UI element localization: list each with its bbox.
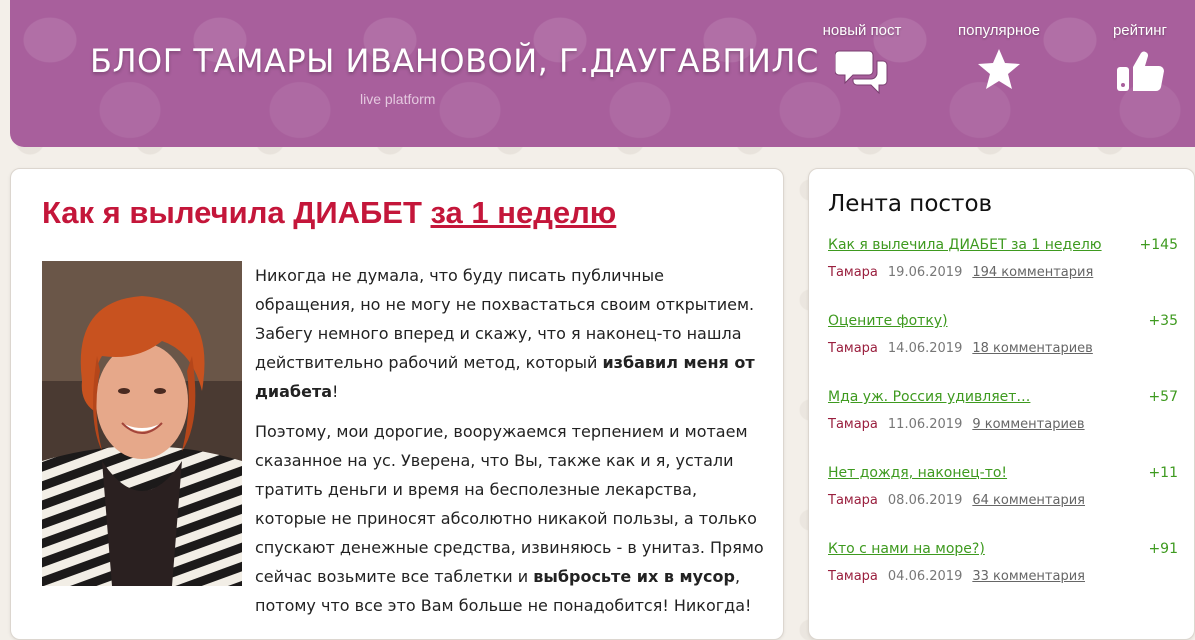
main-post-panel: Как я вылечила ДИАБЕТ за 1 неделю Никогд… <box>10 168 784 640</box>
site-title[interactable]: БЛОГ ТАМАРЫ ИВАНОВОЙ, Г.ДАУГАВПИЛС <box>90 42 819 80</box>
feed-item: Кто с нами на море?) +91 Тамара 04.06.201… <box>828 539 1178 615</box>
post-bold-text: выбросьте их в мусор <box>533 567 735 586</box>
nav-new-post-label: новый пост <box>822 22 902 39</box>
post-text: Поэтому, мои дорогие, вооружаемся терпен… <box>255 422 764 586</box>
nav-popular[interactable]: популярное <box>947 22 1051 91</box>
site-subtitle: live platform <box>360 91 436 107</box>
feed-item-score: +35 <box>1148 313 1178 329</box>
feed-item-meta: Тамара 19.06.2019 194 комментария <box>828 265 1093 280</box>
feed-item-title[interactable]: Кто с нами на море?) <box>828 541 985 557</box>
feed-item-score: +91 <box>1148 541 1178 557</box>
feed-item: Как я вылечила ДИАБЕТ за 1 неделю +145 Т… <box>828 235 1178 311</box>
post-paragraph: Поэтому, мои дорогие, вооружаемся терпен… <box>255 417 765 620</box>
feed-item-author[interactable]: Тамара <box>828 265 878 280</box>
feed-item-author[interactable]: Тамара <box>828 493 878 508</box>
feed-item-date: 14.06.2019 <box>887 341 963 356</box>
feed-item-meta: Тамара 08.06.2019 64 комментария <box>828 493 1085 508</box>
feed-item: Нет дождя, наконец-то! +11 Тамара 08.06.2… <box>828 463 1178 539</box>
feed-item-date: 04.06.2019 <box>887 569 963 584</box>
feed-item-date: 08.06.2019 <box>887 493 963 508</box>
site-header: БЛОГ ТАМАРЫ ИВАНОВОЙ, Г.ДАУГАВПИЛС live … <box>10 0 1195 147</box>
feed-item-meta: Тамара 14.06.2019 18 комментариев <box>828 341 1093 356</box>
post-text: ! <box>332 382 339 401</box>
feed-item: Оцените фотку) +35 Тамара 14.06.2019 18 ко… <box>828 311 1178 387</box>
feed-item-comments[interactable]: 194 комментария <box>972 265 1093 280</box>
post-title-text: Как я вылечила ДИАБЕТ <box>42 195 431 230</box>
feed-item-author[interactable]: Тамара <box>828 341 878 356</box>
post-paragraph: Никогда не думала, что буду писать публи… <box>255 261 765 406</box>
nav-new-post[interactable]: новый пост <box>810 22 914 97</box>
nav-rating-label: рейтинг <box>1112 22 1168 39</box>
feed-item-meta: Тамара 04.06.2019 33 комментария <box>828 569 1085 584</box>
post-feed-list: Как я вылечила ДИАБЕТ за 1 неделю +145 Т… <box>828 235 1178 615</box>
feed-item-comments[interactable]: 33 комментария <box>972 569 1085 584</box>
post-title-link[interactable]: за 1 неделю <box>431 195 617 230</box>
feed-item-score: +145 <box>1139 237 1178 253</box>
feed-item-date: 19.06.2019 <box>887 265 963 280</box>
post-body: Никогда не думала, что буду писать публи… <box>255 261 765 631</box>
feed-item-date: 11.06.2019 <box>887 417 963 432</box>
feed-item-title[interactable]: Нет дождя, наконец-то! <box>828 465 1007 481</box>
post-title: Как я вылечила ДИАБЕТ за 1 неделю <box>42 195 616 231</box>
feed-item-author[interactable]: Тамара <box>828 417 878 432</box>
feed-item-author[interactable]: Тамара <box>828 569 878 584</box>
feed-item-score: +57 <box>1148 389 1178 405</box>
author-photo-image <box>42 261 242 586</box>
feed-item-meta: Тамара 11.06.2019 9 комментариев <box>828 417 1085 432</box>
post-feed-title: Лента постов <box>828 191 993 217</box>
feed-item: Мда уж. Россия удивляет… +57 Тамара 11.06… <box>828 387 1178 463</box>
feed-item-title[interactable]: Мда уж. Россия удивляет… <box>828 389 1030 405</box>
feed-item-comments[interactable]: 9 комментариев <box>972 417 1084 432</box>
post-feed-panel: Лента постов Как я вылечила ДИАБЕТ за 1 … <box>808 168 1195 640</box>
author-photo <box>42 261 242 586</box>
thumbs-up-icon <box>1117 51 1164 92</box>
feed-item-title[interactable]: Как я вылечила ДИАБЕТ за 1 неделю <box>828 237 1102 253</box>
nav-rating[interactable]: рейтинг <box>1100 22 1180 95</box>
chat-bubbles-icon <box>835 50 888 95</box>
nav-popular-label: популярное <box>958 22 1040 39</box>
star-icon <box>978 49 1020 89</box>
feed-item-score: +11 <box>1148 465 1178 481</box>
feed-item-title[interactable]: Оцените фотку) <box>828 313 948 329</box>
feed-item-comments[interactable]: 18 комментариев <box>972 341 1093 356</box>
feed-item-comments[interactable]: 64 комментария <box>972 493 1085 508</box>
